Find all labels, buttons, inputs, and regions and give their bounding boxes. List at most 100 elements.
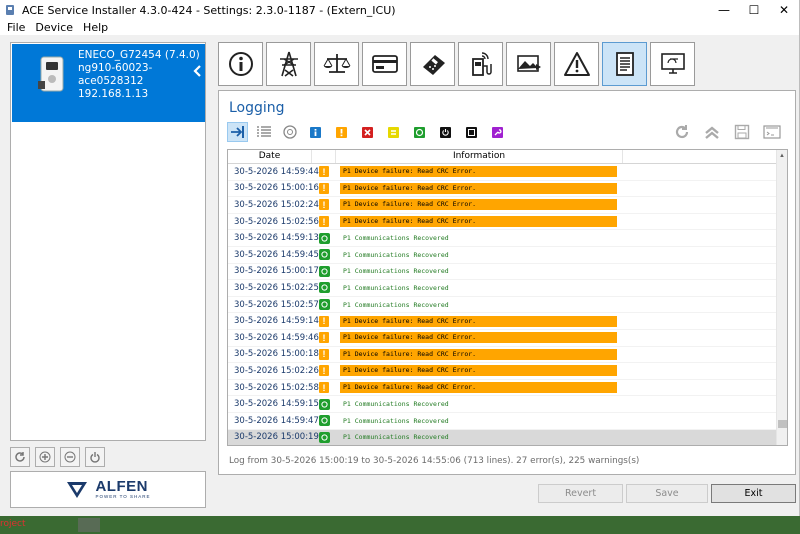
table-row[interactable]: 30-5-2026 15:02:58! P1 Device failure: Re… [228, 380, 777, 397]
filter-all-button[interactable] [227, 122, 248, 142]
save-log-button[interactable] [731, 122, 752, 142]
row-date: 30-5-2026 14:59:44 [234, 166, 319, 177]
device-list-item[interactable]: ENECO_G72454 (7.4.0) ng910-60023-ace0528… [12, 44, 205, 122]
power-small-icon [440, 126, 451, 138]
tab-card-reader[interactable] [362, 42, 407, 86]
row-info-cell: P1 Communications Recovered [336, 400, 777, 408]
menu-device[interactable]: Device [30, 21, 78, 34]
scroll-top-button[interactable] [701, 122, 722, 142]
table-row[interactable]: 30-5-2026 14:59:44! P1 Device failure: Re… [228, 164, 777, 181]
log-table[interactable]: Date Information 30-5-2026 14:59:44! P1 D… [227, 149, 788, 446]
row-info-cell: P1 Device failure: Read CRC Error. [336, 166, 777, 178]
wrench-small-icon [492, 126, 503, 138]
tab-payment[interactable] [410, 42, 455, 86]
column-type[interactable] [312, 150, 336, 163]
row-message: P1 Device failure: Read CRC Error. [340, 315, 617, 327]
brand-tagline: POWER TO SHARE [95, 494, 151, 500]
row-info-cell: P1 Device failure: Read CRC Error. [336, 315, 777, 327]
table-row[interactable]: 30-5-2026 15:02:56! P1 Device failure: Re… [228, 214, 777, 231]
row-type-cell [312, 398, 336, 410]
taskbar-item[interactable] [78, 518, 100, 532]
refresh-button[interactable] [10, 447, 30, 467]
window-title: ACE Service Installer 4.3.0-424 - Settin… [22, 3, 396, 17]
filter-error-button[interactable] [357, 122, 378, 142]
tab-power-grid[interactable] [266, 42, 311, 86]
row-info-cell: P1 Device failure: Read CRC Error. [336, 348, 777, 360]
tab-warnings[interactable] [554, 42, 599, 86]
revert-button[interactable]: Revert [538, 484, 623, 503]
console-button[interactable] [761, 122, 782, 142]
tab-info[interactable] [218, 42, 263, 86]
refresh-log-button[interactable] [671, 122, 692, 142]
table-row[interactable]: 30-5-2026 14:59:45 P1 Communications Reco… [228, 247, 777, 264]
warning-badge-icon: ! [319, 216, 329, 228]
filter-success-button[interactable] [409, 122, 430, 142]
row-message: P1 Device failure: Read CRC Error. [340, 382, 617, 394]
table-row[interactable]: 30-5-2026 15:00:18! P1 Device failure: Re… [228, 347, 777, 364]
table-row[interactable]: 30-5-2026 15:02:24! P1 Device failure: Re… [228, 197, 777, 214]
scroll-up-arrow-icon[interactable]: ▲ [777, 150, 787, 161]
maximize-button[interactable]: ☐ [739, 0, 769, 20]
success-badge-icon [318, 249, 330, 261]
row-date: 30-5-2026 14:59:14 [234, 316, 319, 327]
table-row[interactable]: 30-5-2026 15:00:16! P1 Device failure: Re… [228, 181, 777, 198]
table-row[interactable]: 30-5-2026 14:59:46! P1 Device failure: Re… [228, 330, 777, 347]
row-type-cell: ! [312, 182, 336, 194]
charging-station-icon [471, 52, 492, 76]
column-date[interactable]: Date [228, 150, 312, 163]
filter-debug-button[interactable] [279, 122, 300, 142]
table-row[interactable]: 30-5-2026 15:00:19 P1 Communications Reco… [228, 429, 777, 445]
tab-charging[interactable] [458, 42, 503, 86]
device-ip: 192.168.1.13 [78, 88, 149, 100]
exit-button[interactable]: Exit [711, 484, 796, 503]
table-row[interactable]: 30-5-2026 15:02:26! P1 Device failure: Re… [228, 363, 777, 380]
vertical-scrollbar[interactable]: ▲ [776, 150, 787, 445]
table-row[interactable]: 30-5-2026 14:59:15 P1 Communications Reco… [228, 396, 777, 413]
filter-power-button[interactable] [435, 122, 456, 142]
filter-notice-button[interactable] [383, 122, 404, 142]
filter-system-button[interactable] [461, 122, 482, 142]
menu-help[interactable]: Help [78, 21, 113, 34]
row-date: 30-5-2026 15:00:16 [234, 183, 319, 194]
row-date: 30-5-2026 15:02:24 [234, 199, 319, 210]
row-type-cell [312, 232, 336, 244]
row-info-cell: P1 Communications Recovered [336, 301, 777, 309]
minimize-button[interactable]: — [709, 0, 739, 20]
list-view-button[interactable] [253, 122, 274, 142]
table-row[interactable]: 30-5-2026 15:02:57 P1 Communications Reco… [228, 297, 777, 314]
scrollbar-thumb[interactable] [778, 419, 787, 428]
row-date: 30-5-2026 15:02:25 [234, 282, 319, 293]
tab-logging[interactable] [602, 42, 647, 86]
row-date: 30-5-2026 15:02:56 [234, 216, 319, 227]
menu-file[interactable]: File [2, 21, 30, 34]
info-icon [228, 52, 253, 76]
row-type-cell: ! [312, 199, 336, 211]
remove-device-button[interactable] [60, 447, 80, 467]
filter-info-button[interactable] [305, 122, 326, 142]
collapse-chevron-icon[interactable] [190, 60, 204, 82]
refresh-icon [15, 452, 25, 462]
power-button[interactable] [85, 447, 105, 467]
tab-load-balancing[interactable] [314, 42, 359, 86]
save-button[interactable]: Save [626, 484, 708, 503]
table-row[interactable]: 30-5-2026 14:59:14! P1 Device failure: Re… [228, 313, 777, 330]
row-type-cell [312, 249, 336, 261]
log-summary: Log from 30-5-2026 15:00:19 to 30-5-2026… [229, 456, 640, 466]
table-row[interactable]: 30-5-2026 14:59:47 P1 Communications Reco… [228, 413, 777, 430]
tab-image[interactable] [506, 42, 551, 86]
row-date: 30-5-2026 15:00:18 [234, 349, 319, 360]
table-row[interactable]: 30-5-2026 15:00:17 P1 Communications Reco… [228, 264, 777, 281]
add-device-button[interactable] [35, 447, 55, 467]
filter-warning-button[interactable] [331, 122, 352, 142]
column-information[interactable]: Information [336, 150, 623, 163]
row-message: P1 Communications Recovered [343, 267, 449, 276]
warning-badge-icon: ! [319, 382, 329, 394]
title-bar: ACE Service Installer 4.3.0-424 - Settin… [0, 0, 799, 20]
card-reader-icon [371, 55, 398, 73]
tab-remote[interactable] [650, 42, 695, 86]
table-row[interactable]: 30-5-2026 15:02:25 P1 Communications Reco… [228, 280, 777, 297]
filter-config-button[interactable] [487, 122, 508, 142]
row-type-cell: ! [312, 166, 336, 178]
close-button[interactable]: ✕ [769, 0, 799, 20]
table-row[interactable]: 30-5-2026 14:59:13 P1 Communications Reco… [228, 230, 777, 247]
